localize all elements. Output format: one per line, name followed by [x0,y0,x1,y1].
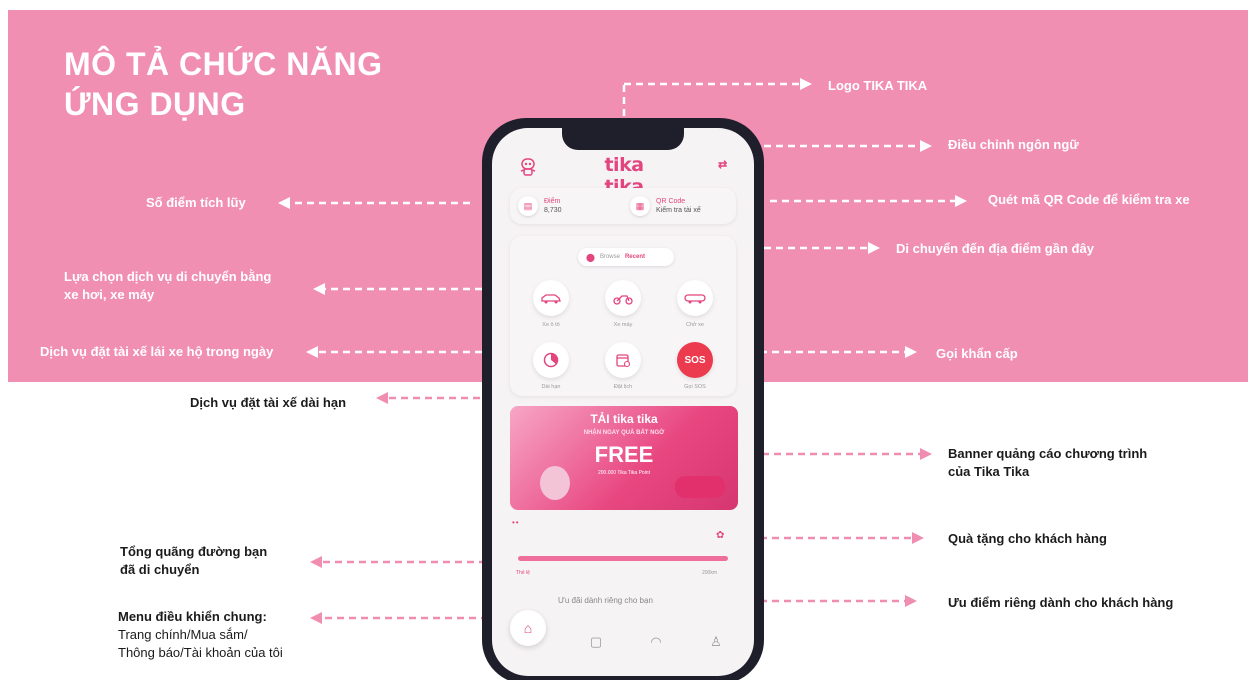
recent-prefix: Browse [599,254,620,260]
car-illustration [675,476,725,498]
annotation-driver-day: Dịch vụ đặt tài xế lái xe hộ trong ngày [40,344,274,359]
service-label: Xe ô tô [542,322,560,328]
title-line-1: MÔ TẢ CHỨC NĂNG [64,46,383,82]
user-icon[interactable]: ♙ [708,634,724,650]
annotation-sos: Gọi khẩn cấp [936,346,1018,361]
distance-start-label: Thẻ lệ [516,570,530,576]
sos-icon: SOS [677,342,713,378]
service-label: Đặt lịch [613,384,633,390]
shopping-bag-icon[interactable]: ▢ [588,634,604,650]
page: MÔ TẢ CHỨC NĂNG ỨNG DỤNG Logo TIKA TIKA … [0,0,1250,680]
annotation-banner-line-2: của Tika Tika [948,464,1030,479]
bottom-nav: ⌂ ▢ ◠ ♙ [492,608,754,676]
robot-mascot-icon[interactable] [518,156,538,178]
annotation-qr: Quét mã QR Code để kiểm tra xe [988,192,1190,207]
gift-icon[interactable]: ✿ [716,530,728,542]
annotation-banner: Banner quảng cáo chương trình của Tika T… [948,445,1147,481]
motorbike-icon [605,280,641,316]
qr-value: Kiểm tra tài xế [656,207,701,214]
distance-progress-bar [518,556,728,561]
home-icon[interactable]: ⌂ [510,610,546,646]
banner-title: TẢI tika tika [590,412,658,426]
recent-location-button[interactable]: ⬤ Browse Recent [578,248,674,266]
annotation-menu-title: Menu điều khiển chung: [118,609,267,624]
banner-subtitle: NHẬN NGAY QUÀ BẤT NGỜ [583,430,665,436]
qr-widget[interactable]: ▦ QR Code Kiểm tra tài xế [630,196,701,216]
annotation-driver-long: Dịch vụ đặt tài xế dài hạn [190,395,347,410]
points-value: 8,730 [544,207,562,214]
service-label: Xe máy [613,322,633,328]
qr-label: QR Code [656,198,686,205]
annotation-benefit: Ưu điểm riêng dành cho khách hàng [948,595,1174,610]
annotation-menu-line-1: Trang chính/Mua sắm/ [118,627,248,642]
annotation-distance-line-1: Tổng quãng đường bạn [120,544,268,559]
points-label: Điểm [544,198,561,205]
pie-icon [533,342,569,378]
language-icon[interactable]: ⇄ [718,158,734,174]
service-sos[interactable]: SOS Gọi SOS [674,342,716,390]
service-car-transport[interactable]: Chở xe [674,280,716,328]
service-label: Chở xe [686,322,704,328]
car-icon [533,280,569,316]
carousel-dots[interactable]: •• [512,518,520,527]
car-transport-icon [677,280,713,316]
service-motorbike[interactable]: Xe máy [602,280,644,328]
calendar-icon [605,342,641,378]
annotation-recent: Di chuyển đến địa điểm gần đây [896,241,1094,256]
mascot-illustration [540,466,570,500]
wallet-icon: ▤ [518,196,538,216]
points-widget[interactable]: ▤ Điểm 8,730 [518,196,562,216]
service-label: Dài hạn [541,384,561,390]
bell-icon[interactable]: ◠ [648,634,664,650]
annotation-points: Số điểm tích lũy [146,195,246,210]
annotation-distance-line-2: đã di chuyển [120,562,200,577]
distance-end-label: 200km [702,570,718,576]
banner-headline: FREE [594,442,654,467]
title-line-2: ỨNG DỤNG [64,86,246,122]
annotation-menu: Menu điều khiển chung: Trang chính/Mua s… [118,608,283,662]
promo-text[interactable]: Ưu đãi dành riêng cho bạn [558,596,653,605]
annotation-vehicle-line-2: xe hơi, xe máy [64,287,155,302]
service-long-term[interactable]: Dài hạn [530,342,572,390]
annotation-distance: Tổng quãng đường bạn đã di chuyển [120,543,267,579]
annotation-banner-line-1: Banner quảng cáo chương trình [948,446,1148,461]
annotation-menu-line-2: Thông báo/Tài khoản của tôi [118,645,283,660]
annotation-logo: Logo TIKA TIKA [828,78,928,93]
phone-notch [562,128,684,150]
service-label: Gọi SOS [684,384,706,390]
recent-value: Recent [624,254,645,260]
annotation-vehicle-line-1: Lựa chọn dịch vụ di chuyển bằng [64,269,272,284]
phone-mockup: tika tika ⇄ ▤ Điểm 8,730 ▦ QR Code Kiểm … [482,118,764,680]
phone-screen: tika tika ⇄ ▤ Điểm 8,730 ▦ QR Code Kiểm … [492,128,754,676]
page-title: MÔ TẢ CHỨC NĂNG ỨNG DỤNG [64,44,382,124]
annotation-vehicle: Lựa chọn dịch vụ di chuyển bằng xe hơi, … [64,268,271,304]
service-car[interactable]: Xe ô tô [530,280,572,328]
qr-code-icon: ▦ [630,196,650,216]
service-schedule[interactable]: Đặt lịch [602,342,644,390]
annotation-language: Điều chỉnh ngôn ngữ [948,137,1079,152]
annotation-gift: Quà tặng cho khách hàng [948,531,1107,546]
promo-banner[interactable]: TẢI tika tika NHẬN NGAY QUÀ BẤT NGỜ FREE… [510,406,738,510]
location-pin-icon: ⬤ [586,252,595,262]
